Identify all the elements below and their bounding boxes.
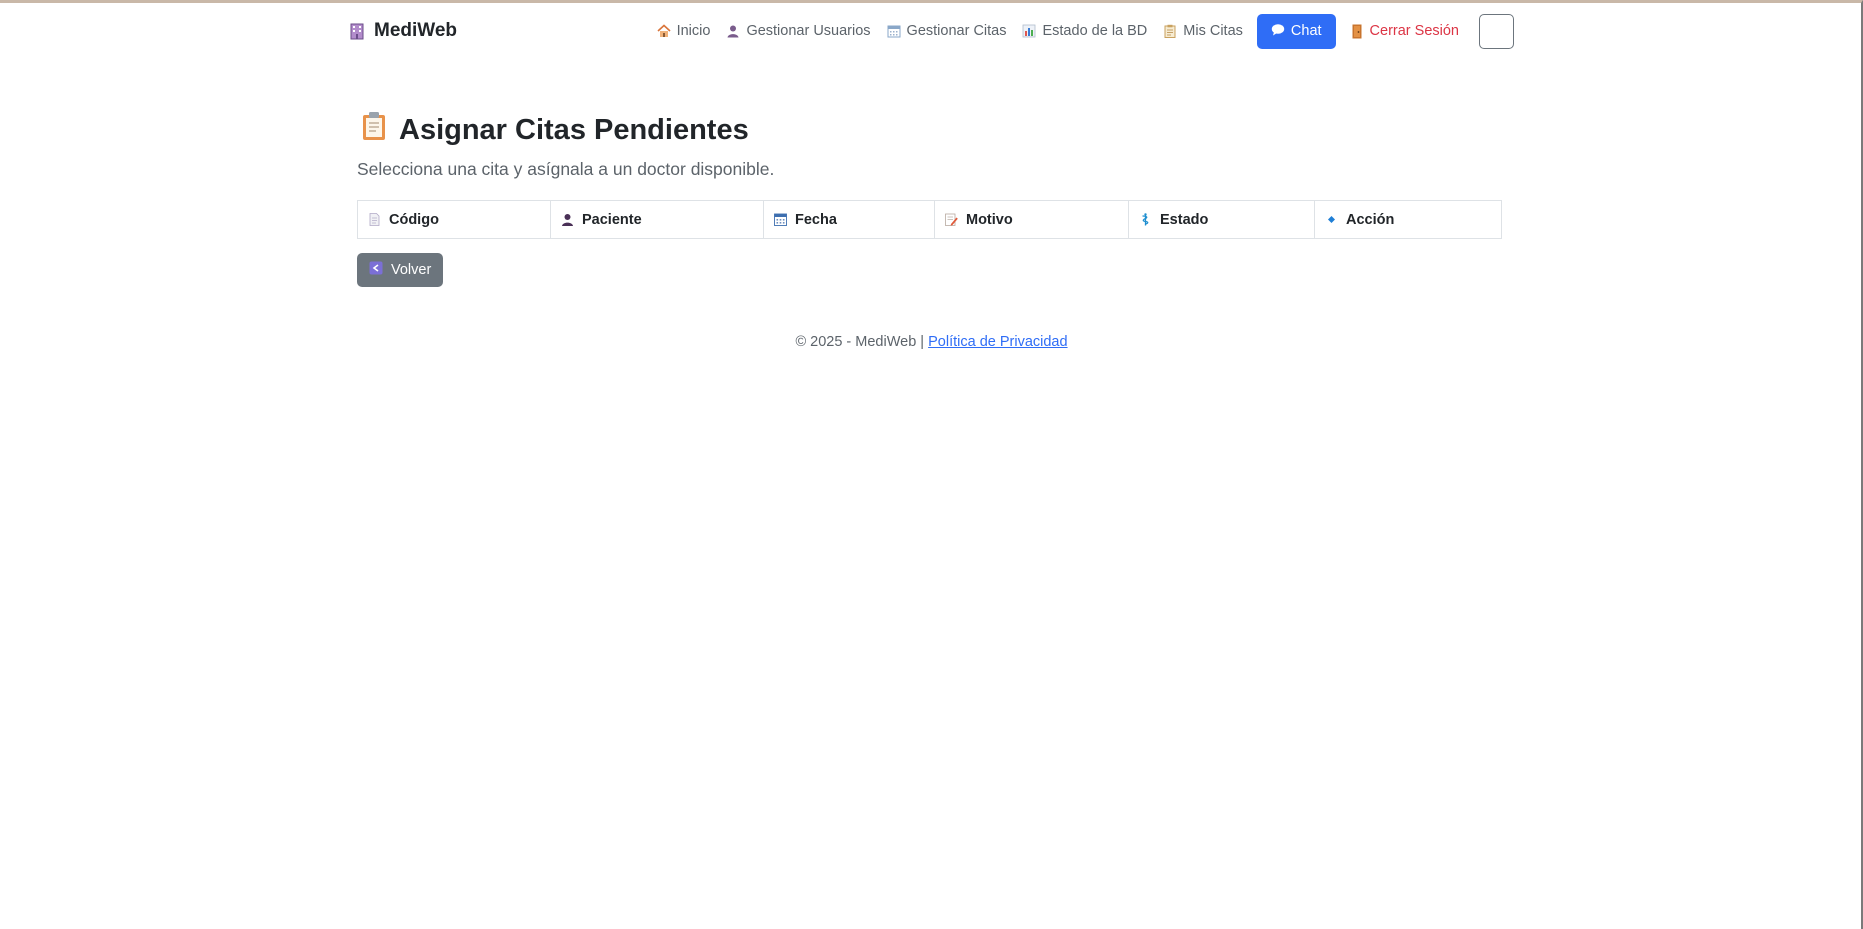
column-header-estado[interactable]: Estado <box>1128 200 1315 239</box>
column-header-label: Estado <box>1160 211 1209 228</box>
column-header-label: Código <box>389 211 439 228</box>
nav-item-label: Gestionar Usuarios <box>746 23 871 39</box>
table-header-row: Código Paciente Fecha Motivo Estado Acci… <box>357 200 1502 239</box>
back-button[interactable]: Volver <box>357 253 444 287</box>
theme-toggle-button[interactable] <box>1479 13 1514 49</box>
column-header-label: Acción <box>1346 211 1395 228</box>
nav-item-label: Mis Citas <box>1183 23 1243 39</box>
nav-item-label: Inicio <box>676 23 711 39</box>
nav-item-estado-bd[interactable]: Estado de la BD <box>1014 11 1155 51</box>
column-header-accion[interactable]: Acción <box>1314 200 1502 239</box>
page-subtitle: Selecciona una cita y asígnala a un doct… <box>357 159 775 179</box>
column-header-label: Paciente <box>582 211 642 228</box>
calendar-icon <box>887 24 901 38</box>
nav-links: Inicio Gestionar Usuarios Gestionar Cita… <box>649 11 1514 51</box>
nav-item-mis-citas[interactable]: Mis Citas <box>1155 11 1251 51</box>
document-icon <box>368 213 381 226</box>
door-icon <box>1350 24 1364 38</box>
column-header-motivo[interactable]: Motivo <box>934 200 1129 239</box>
user-icon <box>726 24 740 38</box>
page-title: Asignar Citas Pendientes <box>357 111 1502 149</box>
speech-bubble-icon <box>1271 23 1285 40</box>
column-header-label: Motivo <box>966 211 1013 228</box>
calendar-icon <box>774 213 787 226</box>
chat-button-label: Chat <box>1290 23 1322 39</box>
user-icon <box>561 213 574 226</box>
nav-item-label: Estado de la BD <box>1042 23 1148 39</box>
house-icon <box>657 24 671 38</box>
memo-icon <box>945 213 958 226</box>
clipboard-icon <box>1163 24 1177 38</box>
clipboard-icon <box>361 111 387 149</box>
column-header-paciente[interactable]: Paciente <box>550 200 764 239</box>
footer-copyright: © 2025 - MediWeb | <box>795 334 925 350</box>
chat-button[interactable]: Chat <box>1256 13 1336 49</box>
footer: © 2025 - MediWeb | Política de Privacida… <box>0 334 1863 350</box>
moon-icon <box>1490 23 1503 39</box>
nav-item-gestionar-citas[interactable]: Gestionar Citas <box>879 11 1015 51</box>
hospital-icon <box>350 22 364 40</box>
column-header-codigo[interactable]: Código <box>357 200 551 239</box>
back-button-label: Volver <box>391 262 432 278</box>
navbar: MediWeb Inicio Gestionar Usuarios Gestio… <box>340 11 1514 51</box>
logout-label: Cerrar Sesión <box>1369 23 1459 39</box>
back-arrow-icon <box>369 261 383 279</box>
column-header-label: Fecha <box>795 211 837 228</box>
appointments-table: Código Paciente Fecha Motivo Estado Acci… <box>357 200 1502 239</box>
brand-link[interactable]: MediWeb <box>340 20 457 42</box>
page-title-text: Asignar Citas Pendientes <box>399 113 749 146</box>
bar-chart-icon <box>1022 24 1036 38</box>
main-content: Asignar Citas Pendientes Selecciona una … <box>357 111 1502 287</box>
logout-link[interactable]: Cerrar Sesión <box>1342 11 1467 51</box>
diamond-icon <box>1325 213 1338 226</box>
nav-item-label: Gestionar Citas <box>906 23 1007 39</box>
column-header-fecha[interactable]: Fecha <box>763 200 935 239</box>
nav-item-gestionar-usuarios[interactable]: Gestionar Usuarios <box>718 11 878 51</box>
medical-icon <box>1139 213 1152 226</box>
brand-name: MediWeb <box>374 20 458 41</box>
privacy-policy-link[interactable]: Política de Privacidad <box>928 334 1067 350</box>
nav-item-inicio[interactable]: Inicio <box>649 11 719 51</box>
